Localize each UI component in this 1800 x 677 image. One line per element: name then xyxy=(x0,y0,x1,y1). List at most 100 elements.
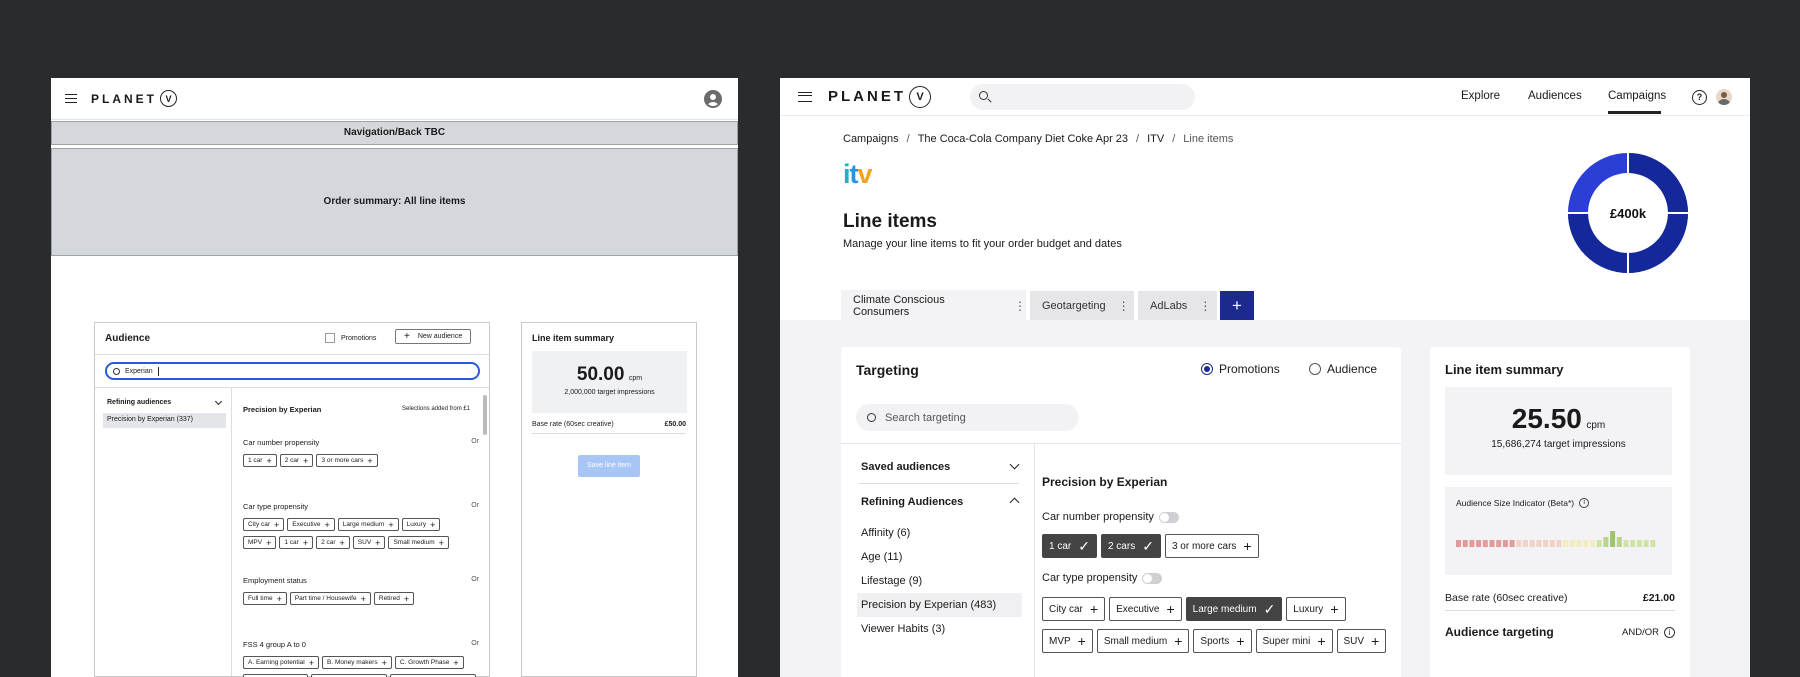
attribute-chip[interactable]: Full time + xyxy=(243,592,287,605)
attribute-chip[interactable]: SUV + xyxy=(352,536,386,549)
or-label: Or xyxy=(471,576,479,583)
budget-donut: £400k xyxy=(1567,152,1689,274)
tab-climate-conscious-consumers[interactable]: Climate Conscious Consumers ⋮ xyxy=(841,290,1026,322)
chip-label: 1 car xyxy=(248,457,263,464)
attribute-chip[interactable]: City car + xyxy=(1042,597,1106,621)
chevron-down-icon[interactable] xyxy=(1009,459,1020,470)
and-or-toggle[interactable]: AND/OR i xyxy=(1622,627,1675,638)
indicator-bar xyxy=(1610,531,1616,547)
attribute-chip[interactable]: 2 car + xyxy=(279,454,314,467)
menu-icon[interactable] xyxy=(798,91,812,102)
attribute-chip[interactable]: 3 or more cars + xyxy=(316,454,378,467)
chip-label: 1 car xyxy=(284,539,299,546)
info-icon[interactable]: i xyxy=(1664,627,1675,638)
breadcrumb-item[interactable]: The Coca-Cola Company Diet Coke Apr 23 xyxy=(918,133,1128,145)
attribute-chip[interactable]: Large medium ✓ xyxy=(1185,597,1283,621)
attribute-chip[interactable]: Super mini + xyxy=(1255,629,1333,653)
itv-logo: itv xyxy=(843,159,873,189)
nav-explore[interactable]: Explore xyxy=(1461,90,1500,102)
breadcrumb-item[interactable]: ITV xyxy=(1147,133,1164,145)
promotions-checkbox[interactable] xyxy=(325,333,335,343)
attribute-chip[interactable]: Executive + xyxy=(1109,597,1182,621)
chip-label: MVP xyxy=(1049,635,1071,647)
nav-audiences[interactable]: Audiences xyxy=(1528,90,1582,102)
refining-item[interactable]: Affinity (6) xyxy=(857,521,1022,545)
nav-campaigns[interactable]: Campaigns xyxy=(1608,90,1666,102)
attribute-group-title: Car type propensity xyxy=(243,502,309,511)
global-search-input[interactable] xyxy=(970,84,1195,110)
breadcrumb-separator: / xyxy=(1172,133,1176,145)
attribute-chip[interactable]: Small medium + xyxy=(1096,629,1190,653)
user-avatar[interactable] xyxy=(1716,89,1732,105)
saved-audiences-label[interactable]: Saved audiences xyxy=(861,461,950,473)
radio-unselected xyxy=(1309,363,1321,375)
targeting-search-input[interactable]: Search targeting xyxy=(856,404,1079,431)
search-value: Experian xyxy=(125,367,153,375)
audience-radio[interactable]: Audience xyxy=(1309,362,1377,376)
breadcrumb-item[interactable]: Campaigns xyxy=(843,133,899,145)
help-icon[interactable]: ? xyxy=(1692,90,1707,105)
refining-item[interactable]: Precision by Experian (337) xyxy=(103,413,226,428)
kebab-icon[interactable]: ⋮ xyxy=(1199,299,1211,313)
wire-line-item-summary: Line item summary 50.00 cpm 2,000,000 ta… xyxy=(521,322,697,677)
indicator-bar xyxy=(1456,540,1461,547)
attribute-chip[interactable]: 1 car + xyxy=(279,536,314,549)
wire-topbar: PLANET V xyxy=(51,78,738,120)
car-number-toggle[interactable] xyxy=(1158,511,1179,523)
refining-item[interactable]: Age (11) xyxy=(857,545,1022,569)
attribute-chip[interactable]: 2 car + xyxy=(316,536,350,549)
chip-label: Executive xyxy=(292,521,321,528)
chip-label: 2 car xyxy=(284,457,300,464)
indicator-bar xyxy=(1529,540,1535,547)
audience-search-input[interactable]: Experian xyxy=(105,362,480,380)
attribute-chip[interactable]: 3 or more cars + xyxy=(1164,534,1259,558)
chevron-down-icon[interactable] xyxy=(214,397,223,406)
tab-label: AdLabs xyxy=(1150,300,1188,312)
new-audience-button[interactable]: + New audience xyxy=(395,329,472,344)
car-number-label: Car number propensity xyxy=(1042,511,1154,523)
attribute-chip[interactable]: 1 car ✓ xyxy=(1042,534,1097,558)
wire-audience-card: Audience Promotions + New audience Exper… xyxy=(94,322,490,677)
attribute-chip[interactable]: Sports + xyxy=(1193,629,1252,653)
breadcrumb-separator: / xyxy=(906,133,910,145)
kebab-icon[interactable]: ⋮ xyxy=(1118,299,1130,313)
refining-item[interactable]: Viewer Habits (3) xyxy=(857,617,1022,641)
promotions-radio[interactable]: Promotions xyxy=(1201,362,1280,376)
car-type-toggle[interactable] xyxy=(1142,572,1163,584)
refining-audiences-label[interactable]: Refining Audiences xyxy=(861,496,963,508)
refining-item[interactable]: Precision by Experian (483) xyxy=(857,593,1022,617)
tab-adlabs[interactable]: AdLabs ⋮ xyxy=(1138,291,1217,321)
attribute-chip[interactable]: City car + xyxy=(243,518,285,531)
attribute-chip[interactable]: MVP + xyxy=(1042,629,1093,653)
attribute-chip[interactable]: Executive + xyxy=(287,518,335,531)
tab-geotargeting[interactable]: Geotargeting ⋮ xyxy=(1030,291,1134,321)
attribute-chip[interactable]: SUV + xyxy=(1336,629,1387,653)
menu-icon[interactable] xyxy=(65,94,77,103)
add-tab-button[interactable]: + xyxy=(1220,291,1254,321)
attribute-chip[interactable]: C. Growth Phase + xyxy=(394,656,464,669)
attribute-chip[interactable]: Small medium + xyxy=(388,536,449,549)
chevron-up-icon[interactable] xyxy=(1009,497,1020,508)
logo-text: PLANET xyxy=(91,91,157,106)
hifi-logo[interactable]: PLANET V xyxy=(828,85,931,108)
targeting-card: Targeting Promotions Audience Search tar… xyxy=(841,347,1401,677)
attribute-chip[interactable]: Large medium + xyxy=(337,518,399,531)
attribute-chip[interactable]: B. Money makers + xyxy=(322,656,392,669)
attribute-chip[interactable]: 2 cars ✓ xyxy=(1100,534,1161,558)
attribute-chip[interactable]: A. Earning potential + xyxy=(243,656,319,669)
attribute-chip[interactable]: 1 car + xyxy=(243,454,277,467)
scrollbar[interactable] xyxy=(483,395,487,435)
chip-label: C. Growth Phase xyxy=(399,659,450,666)
kebab-icon[interactable]: ⋮ xyxy=(1014,299,1026,313)
save-line-item-button[interactable]: Save line item xyxy=(578,455,640,477)
refining-audiences-label[interactable]: Refining audiences xyxy=(107,399,171,406)
attribute-chip[interactable]: Luxury + xyxy=(1286,597,1346,621)
attribute-chip[interactable]: Part time / Housewife + xyxy=(289,592,371,605)
attribute-chip[interactable]: Luxury + xyxy=(401,518,441,531)
attribute-chip[interactable]: Retired + xyxy=(373,592,415,605)
wire-logo[interactable]: PLANET V xyxy=(91,90,177,107)
attribute-chip[interactable]: MPV + xyxy=(243,536,277,549)
chip-label: Part time / Housewife xyxy=(294,595,357,602)
refining-item[interactable]: Lifestage (9) xyxy=(857,569,1022,593)
avatar-icon[interactable] xyxy=(704,90,722,108)
